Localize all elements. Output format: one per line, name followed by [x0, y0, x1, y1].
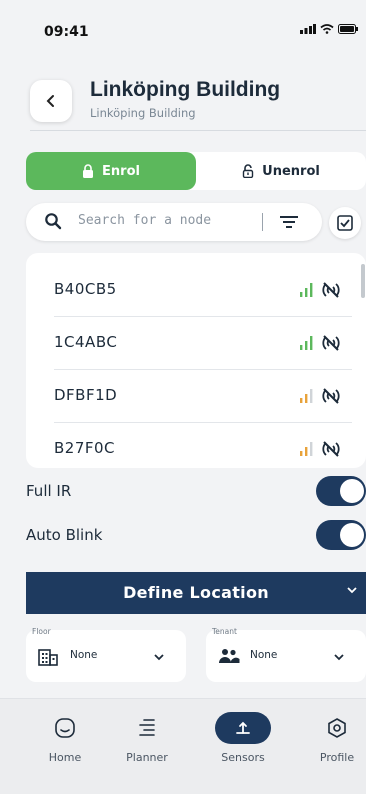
planner-icon [139, 719, 155, 736]
list-scrollbar[interactable] [361, 264, 365, 298]
node-id: DFBF1D [54, 386, 118, 404]
status-time: 09:41 [44, 24, 89, 40]
enrol-tab-label: Enrol [102, 163, 140, 179]
signal-strength-icon [300, 442, 313, 456]
nav-active-pill [215, 712, 271, 744]
node-list[interactable]: B40CB5 1C4ABC DFBF1D B27F0C [26, 253, 366, 468]
search-divider [262, 213, 263, 231]
tenant-value: None [250, 649, 278, 661]
node-row[interactable]: B27F0C [54, 422, 352, 468]
node-row[interactable]: B40CB5 [54, 263, 352, 317]
enrol-segmented-control: Enrol Unenrol [26, 152, 366, 190]
cellular-signal-icon [300, 24, 316, 34]
floor-label: Floor [32, 627, 51, 636]
full-ir-row: Full IR [26, 476, 366, 508]
chevron-left-icon [46, 95, 54, 107]
profile-icon [328, 718, 346, 738]
tenant-select[interactable]: Tenant None [206, 627, 366, 682]
sensors-icon [236, 721, 250, 734]
nav-label-profile: Profile [319, 751, 355, 764]
blink-disabled-icon[interactable] [322, 387, 340, 405]
lock-open-icon [242, 164, 254, 178]
battery-icon [338, 24, 358, 34]
checkbox-icon [337, 215, 353, 231]
define-location-header[interactable]: Define Location [26, 572, 366, 614]
unenrol-tab-label: Unenrol [262, 163, 320, 179]
people-icon [219, 649, 240, 663]
nav-label-sensors: Sensors [221, 751, 265, 764]
node-id: B27F0C [54, 439, 116, 457]
floor-value: None [70, 649, 98, 661]
full-ir-toggle[interactable] [316, 476, 366, 506]
building-icon [38, 649, 58, 666]
bottom-nav: Home Planner Sensors Profile [0, 698, 366, 794]
auto-blink-label: Auto Blink [26, 526, 103, 544]
nav-item-planner[interactable]: Planner [112, 711, 182, 764]
header-divider [30, 130, 366, 131]
tenant-label: Tenant [212, 627, 237, 636]
nav-label-home: Home [48, 751, 82, 764]
node-row[interactable]: 1C4ABC [54, 316, 352, 370]
chevron-down-icon [347, 587, 357, 594]
nav-label-planner: Planner [126, 751, 168, 764]
blink-disabled-icon[interactable] [322, 334, 340, 352]
nav-item-sensors[interactable]: Sensors [208, 711, 278, 764]
select-all-button[interactable] [329, 207, 361, 239]
search-bar [26, 203, 322, 241]
nav-item-home[interactable]: Home [30, 711, 100, 764]
status-icons [300, 24, 358, 34]
auto-blink-row: Auto Blink [26, 520, 366, 552]
signal-strength-icon [300, 283, 313, 297]
page-title: Linköping Building [90, 78, 281, 101]
node-id: B40CB5 [54, 280, 117, 298]
auto-blink-toggle[interactable] [316, 520, 366, 550]
search-icon [45, 213, 62, 230]
floor-select[interactable]: Floor None [26, 627, 186, 682]
status-bar: 09:41 [0, 0, 366, 62]
node-id: 1C4ABC [54, 333, 118, 351]
chevron-down-icon [154, 654, 164, 661]
define-location-label: Define Location [123, 583, 269, 602]
signal-strength-icon [300, 389, 313, 403]
home-icon [55, 718, 75, 738]
back-button[interactable] [30, 80, 72, 122]
toggle-knob [340, 479, 364, 503]
unenrol-tab[interactable]: Unenrol [196, 152, 366, 190]
blink-disabled-icon[interactable] [322, 281, 340, 299]
lock-closed-icon [83, 164, 94, 178]
full-ir-label: Full IR [26, 482, 72, 500]
wifi-icon [320, 24, 334, 34]
blink-disabled-icon[interactable] [322, 440, 340, 458]
search-input[interactable] [76, 212, 250, 229]
page-subtitle: Linköping Building [90, 106, 196, 120]
filter-icon[interactable] [280, 214, 298, 230]
node-row[interactable]: DFBF1D [54, 369, 352, 423]
enrol-tab[interactable]: Enrol [26, 152, 196, 190]
page-header: Linköping Building Linköping Building [30, 76, 360, 132]
signal-strength-icon [300, 336, 313, 350]
chevron-down-icon [334, 654, 344, 661]
nav-item-profile[interactable]: Profile [302, 711, 366, 764]
toggle-knob [340, 523, 364, 547]
